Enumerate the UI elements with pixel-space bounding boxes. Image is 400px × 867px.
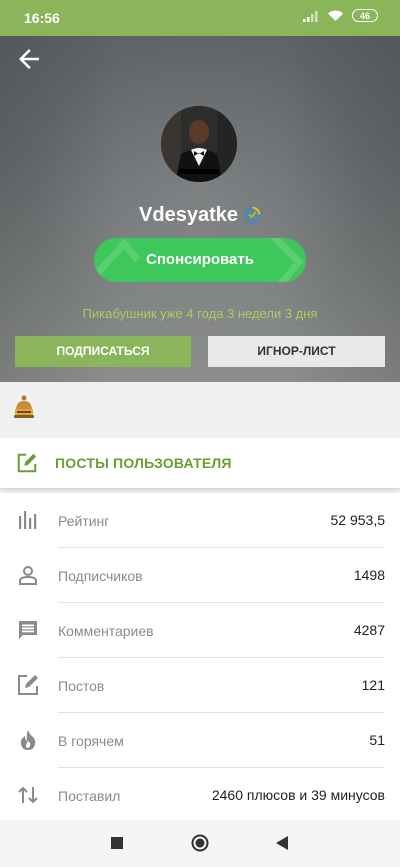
sponsor-button[interactable]: Спонсировать	[94, 238, 306, 282]
stats-list: Рейтинг 52 953,5 Подписчиков 1498 Коммен…	[0, 493, 400, 820]
system-back-icon[interactable]	[274, 835, 290, 851]
stat-value: 2460 плюсов и 39 минусов	[211, 787, 385, 803]
user-posts-label: ПОСТЫ ПОЛЬЗОВАТЕЛЯ	[55, 455, 232, 471]
member-since-text: Пикабушник уже 4 года 3 недели 3 дня	[82, 306, 318, 321]
avatar-image	[161, 106, 237, 182]
stat-row-comments[interactable]: Комментариев 4287	[0, 603, 400, 658]
stat-value: 4287	[353, 622, 385, 638]
sponsor-label: Спонсировать	[146, 251, 254, 268]
stat-value: 52 953,5	[330, 512, 386, 528]
fire-icon	[20, 730, 36, 750]
username-text: Vdesyatke	[139, 204, 238, 226]
swap-vertical-icon	[18, 786, 38, 804]
edit-icon	[18, 675, 38, 695]
back-arrow-icon[interactable]	[14, 44, 44, 74]
stat-row-hot[interactable]: В горячем 51	[0, 713, 400, 768]
subscribe-button[interactable]: ПОДПИСАТЬСЯ	[15, 336, 191, 367]
stat-row-rating: Рейтинг 52 953,5	[0, 493, 400, 548]
bar-chart-icon	[19, 511, 37, 529]
stat-value: 51	[369, 732, 385, 748]
comment-icon	[19, 621, 37, 639]
stat-label: Постов	[58, 678, 105, 694]
recents-icon[interactable]	[111, 837, 123, 849]
battery-icon: 46	[352, 9, 378, 22]
stat-label: Подписчиков	[58, 568, 143, 584]
ignore-list-button[interactable]: ИГНОР-ЛИСТ	[208, 336, 385, 367]
wifi-icon	[328, 10, 343, 21]
battery-level: 46	[359, 10, 370, 21]
stat-label: В горячем	[58, 733, 124, 749]
status-time: 16:56	[24, 10, 60, 26]
username: Vdesyatke	[0, 204, 400, 227]
user-posts-tab[interactable]: ПОСТЫ ПОЛЬЗОВАТЕЛЯ	[0, 438, 400, 488]
stat-label: Поставил	[58, 788, 121, 804]
stat-value: 1498	[353, 567, 385, 583]
home-icon[interactable]	[191, 834, 209, 852]
person-icon	[19, 566, 37, 585]
status-bar: 16:56 46	[0, 0, 400, 36]
stat-label: Комментариев	[58, 623, 154, 639]
stat-row-votes: Поставил 2460 плюсов и 39 минусов	[0, 768, 400, 823]
profile-header: Vdesyatke Спонсировать Пикабушник уже 4 …	[0, 36, 400, 382]
avatar[interactable]	[161, 106, 237, 182]
edit-icon	[17, 453, 37, 473]
verified-badge-icon	[244, 206, 261, 223]
stat-row-posts[interactable]: Постов 121	[0, 658, 400, 713]
stat-value: 121	[361, 677, 385, 693]
signal-icon	[303, 10, 318, 22]
system-nav-bar	[0, 820, 400, 867]
award-icon[interactable]	[12, 394, 36, 420]
awards-strip	[0, 382, 400, 432]
stat-row-subscribers[interactable]: Подписчиков 1498	[0, 548, 400, 603]
stat-label: Рейтинг	[58, 513, 110, 529]
